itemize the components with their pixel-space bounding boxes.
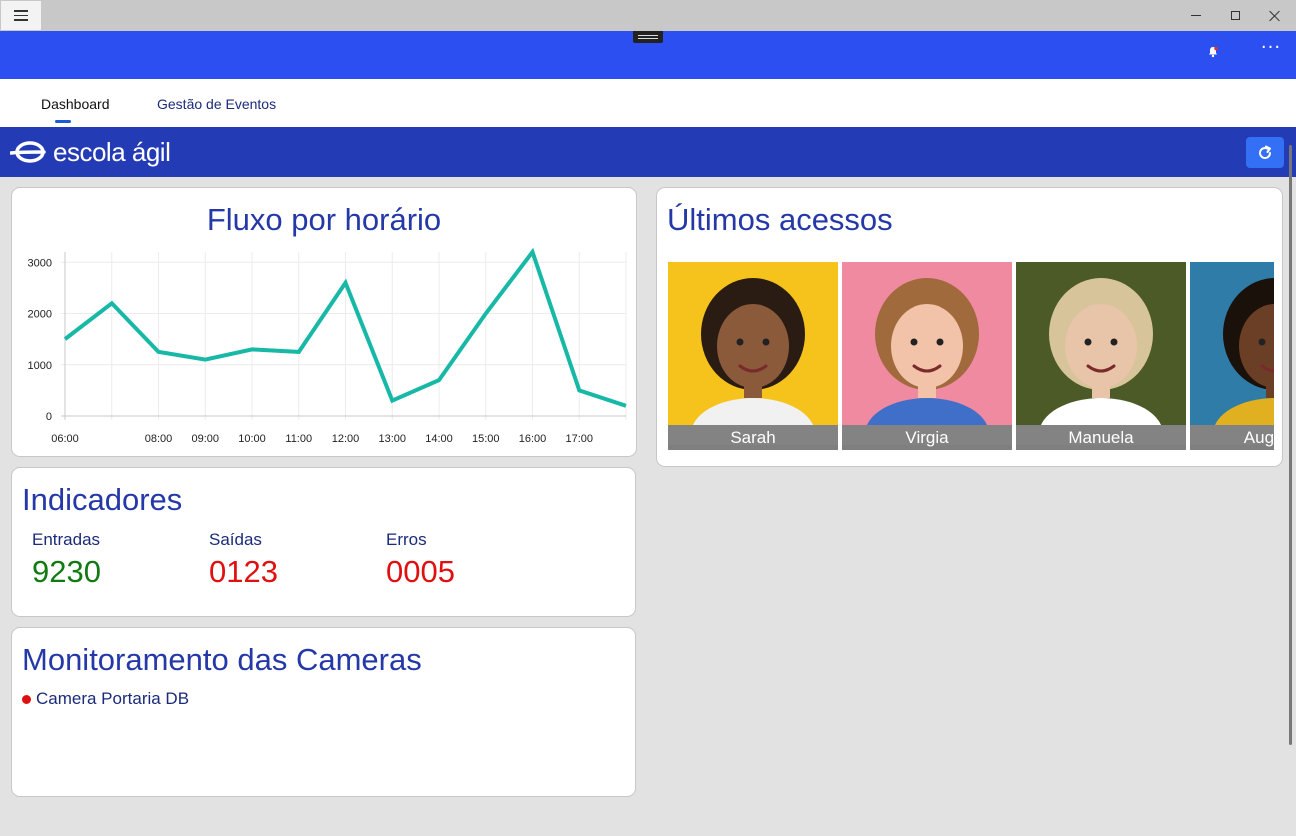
hamburger-menu-icon[interactable] <box>1 1 41 30</box>
cameras-card: Monitoramento das Cameras Camera Portari… <box>11 627 636 797</box>
x-tick-label: 15:00 <box>472 433 500 445</box>
person-name-label: Augusto <box>1190 425 1274 450</box>
camera-list-item[interactable]: Camera Portaria DB <box>22 689 189 709</box>
notification-bell-icon[interactable] <box>1206 44 1220 58</box>
vertical-scrollbar[interactable] <box>1289 145 1292 745</box>
x-tick-label: 06:00 <box>51 433 79 445</box>
indicators-card: Indicadores Entradas 9230 Saídas 0123 Er… <box>11 467 636 617</box>
window-title-bar <box>0 0 1296 31</box>
x-tick-label: 16:00 <box>519 433 547 445</box>
y-tick-label: 1000 <box>28 360 52 372</box>
recent-access-card: Últimos acessos SarahVirgiaManuelaAugust… <box>656 187 1283 467</box>
cameras-title: Monitoramento das Cameras <box>22 642 422 677</box>
refresh-button[interactable] <box>1246 137 1284 168</box>
indicator-entradas: Entradas 9230 <box>32 530 101 590</box>
indicator-value: 0005 <box>386 554 455 589</box>
y-tick-label: 0 <box>46 411 52 423</box>
app-bar: ··· <box>0 31 1296 79</box>
indicators-title: Indicadores <box>22 482 183 517</box>
maximize-button[interactable] <box>1216 0 1255 31</box>
x-tick-label: 10:00 <box>238 433 266 445</box>
recent-access-title: Últimos acessos <box>667 202 893 237</box>
minimize-button[interactable] <box>1176 0 1215 31</box>
camera-status-dot <box>22 694 31 704</box>
x-tick-label: 11:00 <box>285 433 312 445</box>
flow-chart-card: Fluxo por horário 3000 2000 1000 0 06:00 08:0… <box>11 187 637 457</box>
x-tick-label: 14:00 <box>425 433 453 445</box>
indicator-value: 0123 <box>209 554 278 589</box>
person-photo <box>1016 262 1186 425</box>
maximize-icon <box>1231 11 1240 20</box>
y-tick-label: 3000 <box>28 257 52 269</box>
brand-logo-icon <box>10 141 46 163</box>
x-tick-label: 08:00 <box>145 433 173 445</box>
flow-line-chart: 3000 2000 1000 0 06:00 08:00 09:00 10:00 11:00 12… <box>28 247 627 445</box>
minimize-icon <box>1190 15 1201 16</box>
x-tick-label: 13:00 <box>378 433 406 445</box>
brand-name: escola ágil <box>53 136 171 167</box>
x-tick-label: 17:00 <box>565 433 593 445</box>
drag-handle-icon[interactable] <box>633 31 663 43</box>
access-photo-card[interactable]: Augusto <box>1190 262 1274 450</box>
indicator-label: Saídas <box>209 530 262 549</box>
indicator-erros: Erros 0005 <box>386 530 455 590</box>
tab-gestao-de-eventos[interactable]: Gestão de Eventos <box>157 96 276 112</box>
indicator-value: 9230 <box>32 554 101 589</box>
person-name-label: Manuela <box>1016 425 1186 450</box>
refresh-icon <box>1259 145 1272 159</box>
close-icon <box>1269 10 1281 22</box>
brand-logo: escola ágil <box>10 136 171 167</box>
person-photo <box>1190 262 1274 425</box>
more-options-icon[interactable]: ··· <box>1260 39 1282 61</box>
access-photo-card[interactable]: Sarah <box>668 262 838 450</box>
tab-dashboard[interactable]: Dashboard <box>41 96 110 112</box>
x-tick-label: 12:00 <box>332 433 360 445</box>
indicator-label: Entradas <box>32 530 101 549</box>
access-photo-card[interactable]: Virgia <box>842 262 1012 450</box>
indicator-label: Erros <box>386 530 427 549</box>
person-name-label: Sarah <box>668 425 838 450</box>
close-button[interactable] <box>1255 0 1294 31</box>
access-photo-strip[interactable]: SarahVirgiaManuelaAugusto <box>668 262 1274 458</box>
person-photo <box>842 262 1012 425</box>
access-photo-card[interactable]: Manuela <box>1016 262 1186 450</box>
person-photo <box>668 262 838 425</box>
brand-bar: escola ágil <box>0 127 1296 177</box>
indicator-saidas: Saídas 0123 <box>209 530 278 590</box>
person-name-label: Virgia <box>842 425 1012 450</box>
x-tick-label: 09:00 <box>191 433 219 445</box>
tab-bar: Dashboard Gestão de Eventos <box>0 79 1296 127</box>
y-tick-label: 2000 <box>28 309 52 321</box>
camera-label: Camera Portaria DB <box>36 689 190 708</box>
active-tab-indicator <box>55 120 71 123</box>
